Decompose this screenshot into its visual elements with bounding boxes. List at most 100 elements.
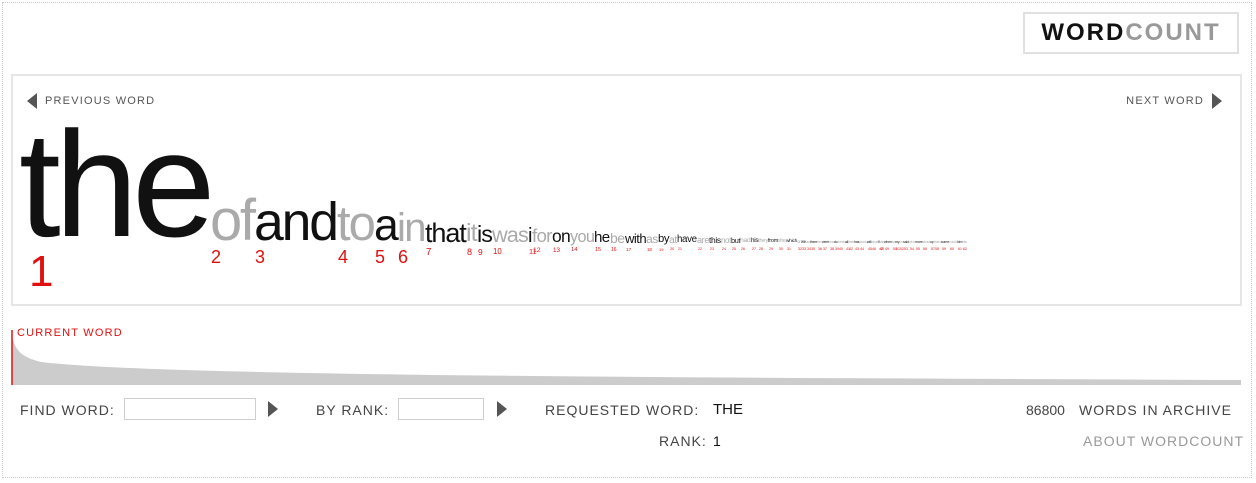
- rank-value: 1: [713, 433, 721, 449]
- archive-count: 86800: [1026, 402, 1065, 418]
- word-of[interactable]: of: [210, 191, 256, 250]
- rank-label-25: 25: [732, 247, 736, 251]
- rank-label-62: 62: [963, 247, 967, 251]
- rank-label-1: 1: [29, 247, 54, 296]
- rank-label: RANK:: [659, 433, 707, 449]
- word-when[interactable]: when: [884, 240, 892, 245]
- rank-label-19: 19: [659, 247, 664, 252]
- rank-label-36: 36: [818, 247, 822, 251]
- word-they[interactable]: they: [758, 238, 768, 245]
- word-for[interactable]: for: [532, 226, 552, 246]
- rank-label-3: 3: [255, 247, 266, 267]
- rank-label-2: 2: [211, 247, 222, 267]
- word-and[interactable]: and: [254, 196, 339, 250]
- rank-label-55: 55: [916, 247, 920, 251]
- rank-label-53: 53: [904, 247, 908, 251]
- word-it[interactable]: it: [466, 221, 478, 246]
- word-display-panel: PREVIOUS WORD NEXT WORD the 1 of 2 and 3 to 4 a 5…: [11, 74, 1242, 306]
- rank-label-9: 9: [478, 247, 483, 257]
- rank-label-24: 24: [722, 247, 726, 251]
- rank-label-31: 31: [787, 247, 791, 251]
- rank-label-40: 40: [839, 247, 843, 251]
- rank-label-29: 29: [769, 247, 773, 251]
- rank-label-20: 20: [670, 247, 675, 251]
- word-had[interactable]: had: [740, 237, 751, 245]
- rank-label-35: 35: [811, 247, 815, 251]
- rank-label-38: 38: [830, 247, 834, 251]
- rank-label-59: 59: [942, 247, 946, 251]
- rank-label-60: 60: [950, 247, 954, 251]
- word-this[interactable]: this: [709, 236, 721, 245]
- wordcount-logo: WORD COUNT: [1023, 12, 1239, 54]
- word-are[interactable]: are: [697, 235, 709, 245]
- word-from[interactable]: from: [768, 238, 778, 244]
- find-word-go-icon[interactable]: [268, 401, 278, 417]
- word-by[interactable]: by: [658, 233, 669, 245]
- word-into[interactable]: into: [962, 240, 967, 245]
- rank-label-33: 33: [802, 247, 806, 251]
- word-which[interactable]: which: [786, 239, 797, 245]
- word-is[interactable]: is: [477, 222, 493, 246]
- rank-label-23: 23: [710, 247, 714, 251]
- word-or[interactable]: or: [797, 239, 801, 244]
- word-at[interactable]: at: [669, 235, 677, 246]
- rank-label-30: 30: [779, 247, 783, 251]
- word-was[interactable]: was: [492, 224, 529, 246]
- word-have[interactable]: have: [677, 235, 697, 245]
- word-you[interactable]: you: [570, 229, 595, 245]
- logo-count: COUNT: [1125, 19, 1221, 46]
- word-as[interactable]: as: [646, 233, 658, 245]
- rank-label-4: 4: [338, 247, 349, 267]
- rank-label-58: 58: [935, 247, 939, 251]
- rank-label-12: 12: [533, 247, 541, 254]
- rank-label-26: 26: [741, 247, 745, 251]
- by-rank-go-icon[interactable]: [497, 401, 507, 417]
- rank-label-54: 54: [910, 247, 914, 251]
- find-word-label: FIND WORD:: [20, 402, 115, 418]
- requested-word-value: THE: [713, 401, 743, 418]
- rank-label-21: 21: [678, 247, 682, 251]
- word-that[interactable]: that: [425, 219, 467, 247]
- find-word-input[interactable]: [124, 398, 256, 420]
- rank-label-27: 27: [752, 247, 756, 251]
- rank-label-6: 6: [398, 247, 409, 267]
- rank-label-17: 17: [626, 247, 632, 252]
- rank-label-43: 43: [855, 247, 859, 251]
- rank-label-28: 28: [759, 247, 763, 251]
- word-could[interactable]: could: [949, 240, 957, 245]
- word-on[interactable]: on: [552, 227, 571, 245]
- word-about[interactable]: about: [922, 240, 930, 245]
- rank-label-18: 18: [647, 247, 652, 252]
- rank-label-46: 46: [872, 247, 876, 251]
- word-he[interactable]: he: [594, 230, 610, 245]
- word-in[interactable]: in: [397, 208, 427, 248]
- by-rank-label: BY RANK:: [316, 402, 390, 418]
- frequency-curve: [11, 330, 1241, 385]
- rank-label-61: 61: [958, 247, 962, 251]
- rank-label-42: 42: [849, 247, 853, 251]
- word-but[interactable]: but: [731, 237, 741, 245]
- frequency-curve-fill: [12, 336, 1241, 385]
- word-to[interactable]: to: [337, 199, 376, 249]
- rank-label-16: 16: [611, 247, 617, 253]
- rank-label-8: 8: [467, 247, 473, 257]
- rank-label-10: 10: [493, 247, 502, 256]
- rank-label-48: 48: [880, 247, 884, 251]
- word-strip: the 1 of 2 and 3 to 4 a 5 in 6 that 7 it 8 is 9 was 10 i 11 fo…: [13, 76, 1240, 304]
- rank-label-15: 15: [595, 247, 602, 253]
- word-said[interactable]: said: [903, 240, 909, 245]
- word-the[interactable]: the: [19, 109, 216, 259]
- word-she[interactable]: she: [778, 239, 786, 244]
- word-some[interactable]: some: [941, 240, 949, 245]
- word-a[interactable]: a: [374, 203, 399, 249]
- word-not[interactable]: not: [721, 237, 731, 245]
- by-rank-input[interactable]: [398, 398, 484, 420]
- word-were[interactable]: were: [822, 240, 829, 245]
- word-be[interactable]: be: [610, 231, 625, 245]
- word-with[interactable]: with: [625, 232, 647, 245]
- word-what[interactable]: what: [871, 240, 878, 245]
- rank-label-49: 49: [885, 247, 889, 251]
- word-her[interactable]: her: [817, 240, 822, 245]
- about-wordcount-link[interactable]: ABOUT WORDCOUNT: [1083, 433, 1244, 449]
- rank-label-44: 44: [860, 247, 864, 251]
